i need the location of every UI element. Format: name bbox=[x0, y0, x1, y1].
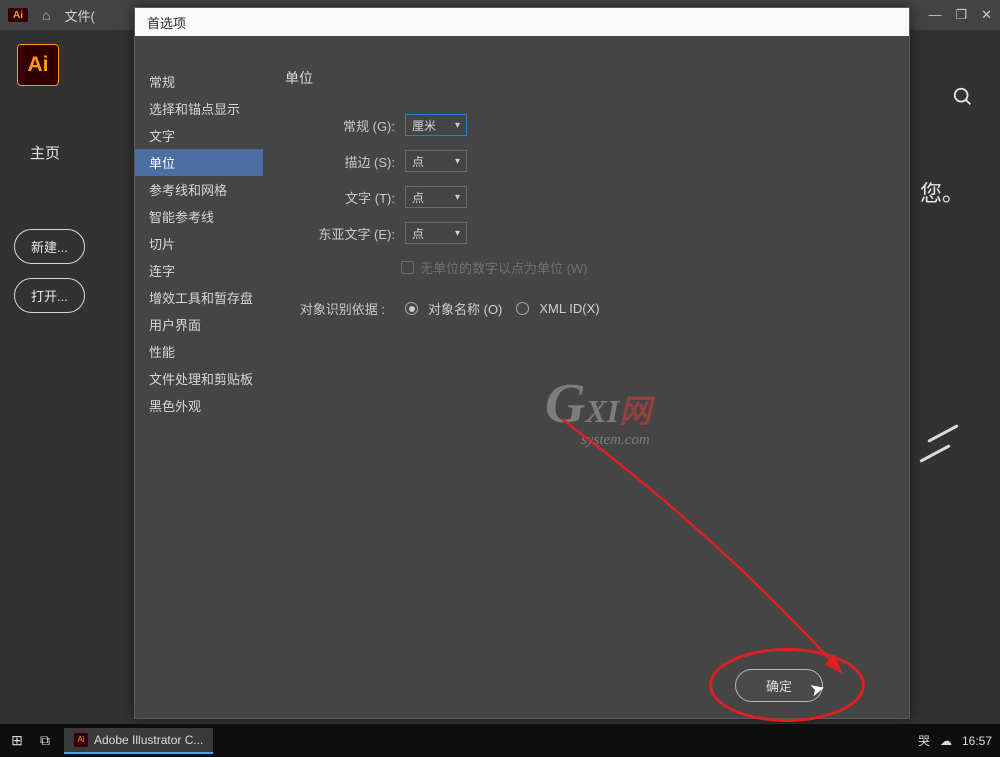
watermark-xi: XI bbox=[585, 393, 619, 429]
taskbar: ⊞ ⧉ Ai Adobe Illustrator C... 哭 ☁ 16:57 bbox=[0, 724, 1000, 757]
sidebar-item[interactable]: 单位 bbox=[135, 149, 263, 176]
sidebar-item[interactable]: 文字 bbox=[135, 122, 263, 149]
row-identify: 对象识别依据 : 对象名称 (O) XML ID(X) bbox=[285, 299, 889, 318]
ai-logo-tiny-icon: Ai bbox=[8, 8, 28, 22]
radio-xml-id-label: XML ID(X) bbox=[539, 301, 599, 316]
tray-cloud-icon[interactable]: ☁ bbox=[940, 734, 952, 748]
watermark-sub: system.com bbox=[581, 432, 651, 449]
dialog-title: 首选项 bbox=[135, 8, 909, 36]
minimize-icon[interactable]: — bbox=[928, 7, 941, 23]
sidebar-item[interactable]: 用户界面 bbox=[135, 311, 263, 338]
home-icon[interactable]: ⌂ bbox=[42, 7, 50, 23]
menu-file[interactable]: 文件( bbox=[64, 6, 94, 25]
checkbox-pointless-disabled: 无单位的数字以点为单位 (W) bbox=[401, 258, 889, 277]
close-icon[interactable]: ✕ bbox=[981, 7, 992, 23]
search-icon[interactable] bbox=[952, 86, 974, 114]
taskbar-app-title: Adobe Illustrator C... bbox=[94, 733, 203, 747]
select-east[interactable]: 点 ▾ bbox=[405, 222, 467, 244]
chevron-down-icon: ▾ bbox=[455, 228, 460, 239]
sidebar-item[interactable]: 智能参考线 bbox=[135, 203, 263, 230]
window-controls: — ❐ ✕ bbox=[928, 7, 992, 23]
tray-status: 哭 bbox=[918, 732, 930, 749]
select-general-value: 厘米 bbox=[412, 117, 436, 134]
new-button[interactable]: 新建... bbox=[14, 229, 85, 264]
ok-button[interactable]: 确定 bbox=[735, 669, 823, 702]
row-east: 东亚文字 (E): 点 ▾ bbox=[285, 222, 889, 244]
welcome-text-fragment: 您。 bbox=[920, 176, 964, 208]
home-label[interactable]: 主页 bbox=[30, 142, 104, 163]
sidebar-item[interactable]: 连字 bbox=[135, 257, 263, 284]
watermark-g: G bbox=[545, 373, 585, 435]
open-button[interactable]: 打开... bbox=[14, 278, 85, 313]
chevron-down-icon: ▾ bbox=[455, 156, 460, 167]
label-east: 东亚文字 (E): bbox=[285, 224, 405, 243]
select-east-value: 点 bbox=[412, 225, 424, 242]
sidebar-item[interactable]: 切片 bbox=[135, 230, 263, 257]
label-type: 文字 (T): bbox=[285, 188, 405, 207]
radio-object-name-label: 对象名称 (O) bbox=[428, 299, 502, 318]
radio-object-name[interactable] bbox=[405, 302, 418, 315]
sidebar-item[interactable]: 黑色外观 bbox=[135, 392, 263, 419]
sidebar-item[interactable]: 常规 bbox=[135, 68, 263, 95]
chevron-down-icon: ▾ bbox=[455, 192, 460, 203]
row-general: 常规 (G): 厘米 ▾ bbox=[285, 114, 889, 136]
decoration-line bbox=[927, 424, 958, 443]
dialog-body: 常规选择和锚点显示文字单位参考线和网格智能参考线切片连字增效工具和暂存盘用户界面… bbox=[135, 36, 909, 718]
sidebar-item[interactable]: 增效工具和暂存盘 bbox=[135, 284, 263, 311]
checkbox-label: 无单位的数字以点为单位 (W) bbox=[420, 258, 588, 277]
sidebar-item[interactable]: 性能 bbox=[135, 338, 263, 365]
annotation-arrow-icon bbox=[553, 410, 873, 700]
row-type: 文字 (T): 点 ▾ bbox=[285, 186, 889, 208]
select-type[interactable]: 点 ▾ bbox=[405, 186, 467, 208]
sidebar-item[interactable]: 参考线和网格 bbox=[135, 176, 263, 203]
ai-mini-icon: Ai bbox=[74, 733, 88, 747]
ai-logo-icon: Ai bbox=[17, 44, 59, 86]
preferences-dialog: 首选项 常规选择和锚点显示文字单位参考线和网格智能参考线切片连字增效工具和暂存盘… bbox=[134, 7, 910, 719]
select-type-value: 点 bbox=[412, 189, 424, 206]
maximize-icon[interactable]: ❐ bbox=[955, 7, 967, 23]
section-title: 单位 bbox=[285, 68, 889, 88]
sidebar-item[interactable]: 选择和锚点显示 bbox=[135, 95, 263, 122]
select-stroke-value: 点 bbox=[412, 153, 424, 170]
taskview-icon[interactable]: ⧉ bbox=[36, 732, 54, 749]
watermark: GXI网 system.com bbox=[545, 372, 651, 449]
taskbar-app[interactable]: Ai Adobe Illustrator C... bbox=[64, 728, 213, 754]
decoration-line bbox=[919, 444, 950, 463]
chevron-down-icon: ▾ bbox=[455, 120, 460, 131]
select-general[interactable]: 厘米 ▾ bbox=[405, 114, 467, 136]
watermark-cn: 网 bbox=[619, 393, 651, 429]
checkbox-icon bbox=[401, 261, 414, 274]
select-stroke[interactable]: 点 ▾ bbox=[405, 150, 467, 172]
radio-xml-id[interactable] bbox=[516, 302, 529, 315]
start-icon[interactable]: ⊞ bbox=[8, 732, 26, 749]
dialog-sidebar: 常规选择和锚点显示文字单位参考线和网格智能参考线切片连字增效工具和暂存盘用户界面… bbox=[135, 36, 263, 718]
label-stroke: 描边 (S): bbox=[285, 152, 405, 171]
row-stroke: 描边 (S): 点 ▾ bbox=[285, 150, 889, 172]
taskbar-right: 哭 ☁ 16:57 bbox=[918, 732, 992, 749]
label-general: 常规 (G): bbox=[285, 116, 405, 135]
label-identify: 对象识别依据 : bbox=[285, 299, 395, 318]
tray-clock[interactable]: 16:57 bbox=[962, 734, 992, 748]
sidebar-item[interactable]: 文件处理和剪贴板 bbox=[135, 365, 263, 392]
app-leftcol: Ai 主页 新建... 打开... bbox=[14, 44, 104, 327]
confirm-wrap: 确定 bbox=[735, 669, 823, 702]
dialog-main: 单位 常规 (G): 厘米 ▾ 描边 (S): 点 ▾ 文字 (T): 点 bbox=[263, 36, 909, 718]
